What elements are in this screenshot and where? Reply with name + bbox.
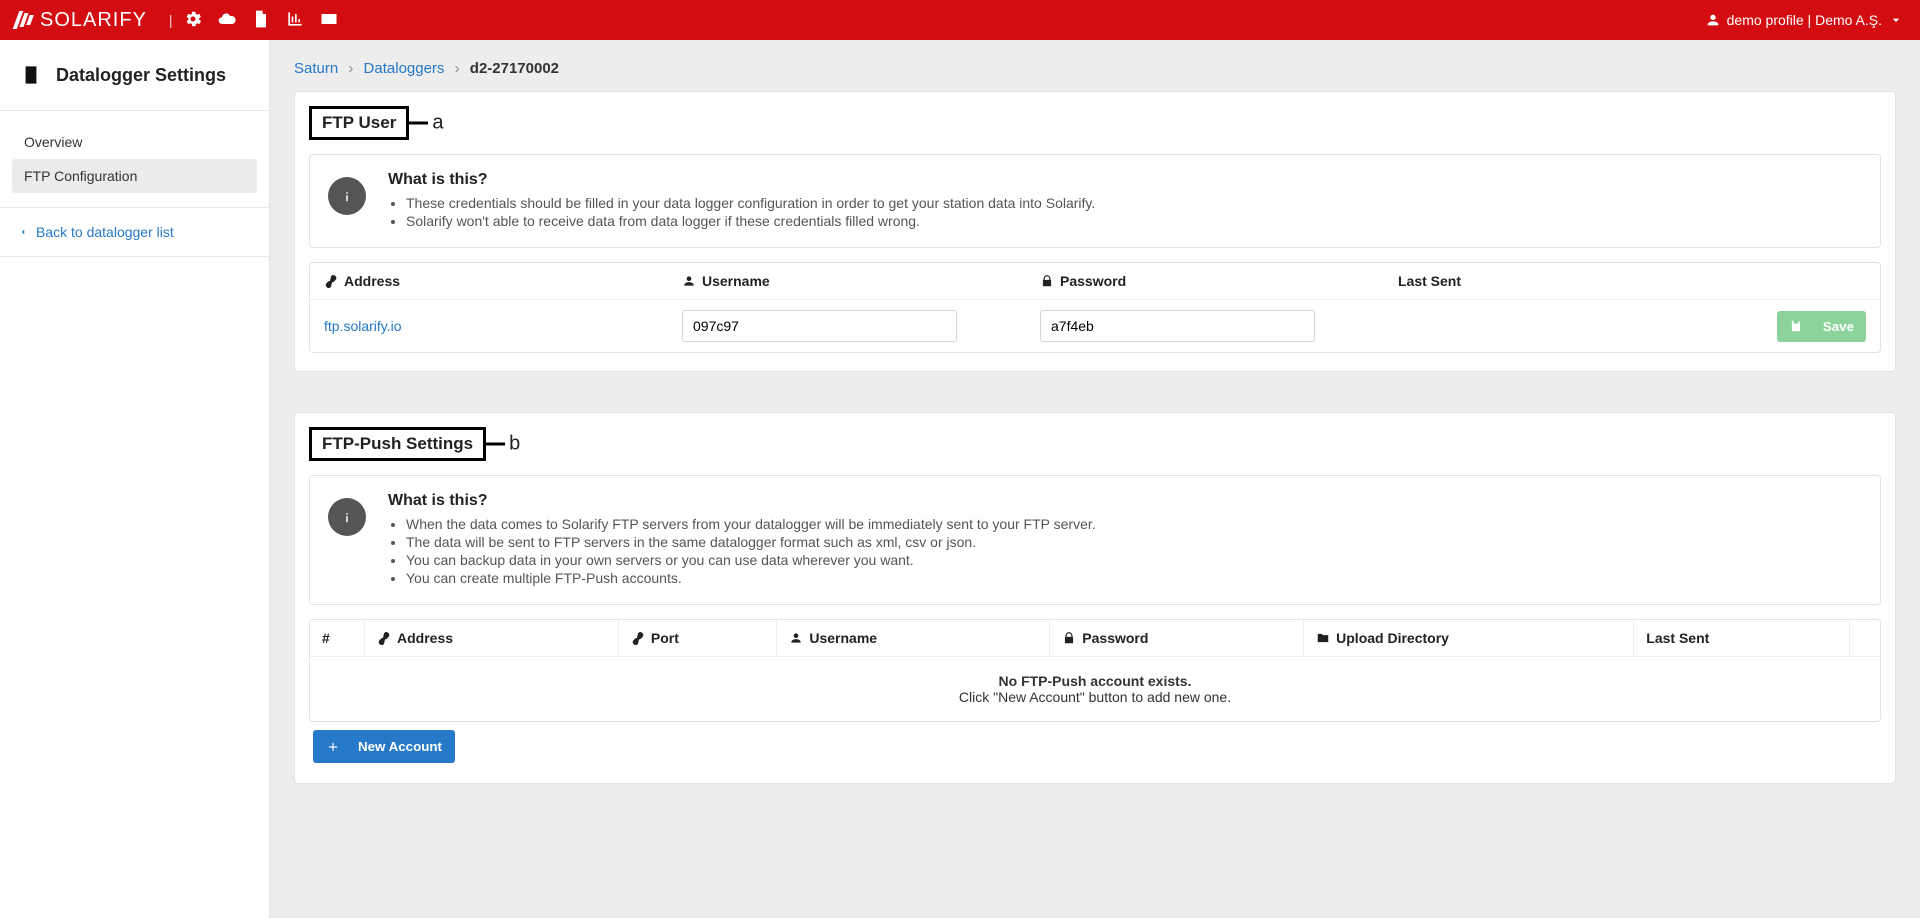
chevron-left-icon: [18, 227, 28, 237]
sidebar-item-ftp-configuration[interactable]: FTP Configuration: [12, 159, 257, 193]
chart-icon[interactable]: [285, 9, 305, 32]
ftp-address-link[interactable]: ftp.solarify.io: [324, 318, 402, 334]
ftp-push-title: FTP-Push Settings b: [309, 427, 486, 461]
link-icon: [324, 274, 338, 288]
profile-menu[interactable]: demo profile | Demo A.Ş.: [1705, 12, 1904, 28]
user-icon: [682, 274, 696, 288]
link-icon: [631, 631, 645, 645]
lock-icon: [1040, 274, 1054, 288]
back-to-datalogger-list[interactable]: Back to datalogger list: [0, 208, 269, 257]
col-username: Username: [809, 630, 877, 646]
info-title: What is this?: [388, 492, 1096, 510]
info-bullet: You can backup data in your own servers …: [406, 552, 1096, 568]
user-icon: [789, 631, 803, 645]
new-account-label: New Account: [358, 739, 442, 754]
link-icon: [377, 631, 391, 645]
annotation-a: a: [432, 112, 443, 135]
ftp-user-table: Address Username Password Last Sent ftp.…: [309, 262, 1881, 353]
empty-line-1: No FTP-Push account exists.: [326, 673, 1864, 689]
col-password: Password: [1082, 630, 1148, 646]
file-icon[interactable]: [251, 9, 271, 32]
ftp-username-input[interactable]: [682, 310, 957, 342]
settings-icon[interactable]: [183, 9, 203, 32]
ftp-user-title: FTP User a: [309, 106, 409, 140]
card-icon[interactable]: [319, 9, 339, 32]
back-label: Back to datalogger list: [36, 224, 174, 240]
save-button[interactable]: Save: [1777, 311, 1866, 342]
col-port: Port: [651, 630, 679, 646]
ftp-user-card: FTP User a What is this? These credentia…: [294, 91, 1896, 372]
breadcrumb-dataloggers[interactable]: Dataloggers: [364, 60, 445, 77]
brand-logo[interactable]: SOLARIFY: [16, 9, 147, 32]
col-upload-directory: Upload Directory: [1336, 630, 1449, 646]
info-bullet: Solarify won't able to receive data from…: [406, 213, 1095, 229]
caret-down-icon: [1888, 12, 1904, 28]
sidebar: Datalogger Settings Overview FTP Configu…: [0, 40, 270, 918]
ftp-push-card: FTP-Push Settings b What is this? When t…: [294, 412, 1896, 784]
col-last-sent: Last Sent: [1646, 630, 1709, 646]
cloud-icon[interactable]: [217, 9, 237, 32]
breadcrumb: Saturn › Dataloggers › d2-27170002: [294, 60, 1896, 77]
ftp-push-info: What is this? When the data comes to Sol…: [309, 475, 1881, 605]
info-bullet: The data will be sent to FTP servers in …: [406, 534, 1096, 550]
breadcrumb-current: d2-27170002: [470, 60, 559, 77]
profile-label: demo profile | Demo A.Ş.: [1727, 12, 1882, 28]
brand-text: SOLARIFY: [40, 9, 147, 32]
ftp-user-info: What is this? These credentials should b…: [309, 154, 1881, 248]
annotation-b: b: [509, 433, 520, 456]
user-icon: [1705, 12, 1721, 28]
col-address: Address: [344, 273, 400, 289]
main-content: Saturn › Dataloggers › d2-27170002 FTP U…: [270, 40, 1920, 918]
ftp-password-input[interactable]: [1040, 310, 1315, 342]
lock-icon: [1062, 631, 1076, 645]
col-username: Username: [702, 273, 770, 289]
info-bullet: You can create multiple FTP-Push account…: [406, 570, 1096, 586]
info-title: What is this?: [388, 171, 1095, 189]
topbar-separator: |: [169, 12, 173, 28]
col-last-sent: Last Sent: [1398, 273, 1461, 289]
save-icon: [1789, 319, 1803, 333]
topbar: SOLARIFY | demo profile | Demo A.Ş.: [0, 0, 1920, 40]
chip-icon: [18, 62, 44, 88]
logo-bars-icon: [16, 11, 32, 29]
info-bullet: These credentials should be filled in yo…: [406, 195, 1095, 211]
folder-icon: [1316, 631, 1330, 645]
ftp-push-table: # Address Port Username Password Upload …: [309, 619, 1881, 722]
sidebar-item-overview[interactable]: Overview: [12, 125, 257, 159]
save-label: Save: [1823, 319, 1854, 334]
sidebar-title: Datalogger Settings: [56, 65, 226, 86]
col-password: Password: [1060, 273, 1126, 289]
col-address: Address: [397, 630, 453, 646]
sidebar-header: Datalogger Settings: [0, 40, 269, 111]
info-icon: [328, 498, 366, 536]
new-account-button[interactable]: New Account: [313, 730, 455, 763]
empty-line-2: Click "New Account" button to add new on…: [326, 689, 1864, 705]
plus-icon: [326, 740, 340, 754]
info-bullet: When the data comes to Solarify FTP serv…: [406, 516, 1096, 532]
breadcrumb-saturn[interactable]: Saturn: [294, 60, 338, 77]
info-icon: [328, 177, 366, 215]
col-number: #: [322, 630, 330, 646]
